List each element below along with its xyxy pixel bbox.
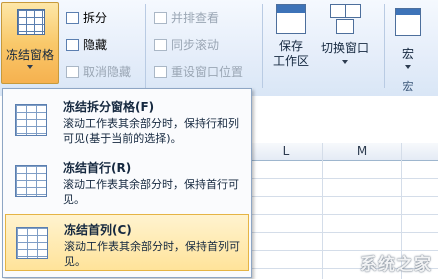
separator [384,4,385,88]
menu-item-title: 冻结拆分窗格(F) [63,100,155,114]
save-workspace-icon [276,4,306,34]
freeze-panes-icon [17,9,45,35]
freeze-panes-menu: 冻结拆分窗格(F) 滚动工作表其余部分时，保持行和列可见(基于当前的选择)。 冻… [2,88,252,278]
hide-icon [66,38,79,51]
reset-position-icon [154,65,167,78]
freeze-top-row-icon [15,165,47,197]
column-header-l[interactable]: L [250,143,322,161]
menu-item-title: 冻结首行(R) [63,161,132,175]
chevron-down-icon [405,65,411,69]
column-header-l-label: L [282,144,290,158]
freeze-panes-label: 冻结窗格 [5,48,54,62]
menu-item-freeze-first-column[interactable]: 冻结首列(C) 滚动工作表其余部分时，保持首列可见。 [5,214,249,271]
menu-item-freeze-panes[interactable]: 冻结拆分窗格(F) 滚动工作表其余部分时，保持行和列可见(基于当前的选择)。 [5,92,249,149]
switch-windows-button[interactable]: 切换窗口 [316,4,374,64]
split-button[interactable]: 拆分 [66,9,107,26]
freeze-first-column-icon [16,227,48,259]
column-header-n[interactable] [402,143,438,161]
side-by-side-label: 并排查看 [171,11,220,25]
reset-window-position-button[interactable]: 重设窗口位置 [154,63,243,80]
menu-item-freeze-top-row[interactable]: 冻结首行(R) 滚动工作表其余部分时，保持首行可见。 [5,153,249,210]
sync-scroll-button[interactable]: 同步滚动 [154,36,219,53]
gridline [250,178,438,179]
chevron-down-icon [342,60,348,64]
column-header-m-label: M [356,144,368,158]
macros-button[interactable]: 宏 [388,8,428,69]
watermark: 系统之家 [360,255,432,275]
split-icon [66,11,79,24]
separator [145,4,146,88]
column-header-m[interactable]: M [323,143,401,161]
switch-windows-label: 切换窗口 [320,41,369,55]
menu-item-title: 冻结首列(C) [64,223,132,237]
side-by-side-button[interactable]: 并排查看 [154,9,219,26]
freeze-panes-icon [15,104,47,136]
gridline [250,214,438,215]
unhide-icon [66,65,79,78]
gridline [250,196,438,197]
save-workspace-button[interactable]: 保存 工作区 [268,4,314,69]
save-workspace-label: 保存 工作区 [272,39,309,68]
menu-item-description: 滚动工作表其余部分时，保持行和列可见(基于当前的选择)。 [63,117,239,145]
unhide-label: 取消隐藏 [83,65,132,79]
hide-button[interactable]: 隐藏 [66,36,107,53]
unhide-button[interactable]: 取消隐藏 [66,63,131,80]
freeze-panes-button[interactable]: 冻结窗格 [1,2,59,84]
split-label: 拆分 [83,11,108,25]
macros-group-label: 宏 [402,80,414,93]
reset-position-label: 重设窗口位置 [171,65,244,79]
ribbon: 冻结窗格 拆分 隐藏 取消隐藏 并排查看 同步滚动 重设窗口位置 保存 工作区 [0,0,438,97]
macros-label: 宏 [401,47,414,61]
macros-icon [395,8,421,36]
side-by-side-icon [154,11,167,24]
chevron-down-icon [27,65,33,69]
sync-scroll-label: 同步滚动 [171,38,220,52]
menu-item-description: 滚动工作表其余部分时，保持首列可见。 [64,240,240,268]
switch-windows-icon [330,4,361,34]
separator [262,4,263,88]
menu-item-description: 滚动工作表其余部分时，保持首行可见。 [63,178,239,206]
sync-scroll-icon [154,38,167,51]
gridline [250,232,438,233]
hide-label: 隐藏 [83,38,108,52]
gridline [322,143,323,279]
